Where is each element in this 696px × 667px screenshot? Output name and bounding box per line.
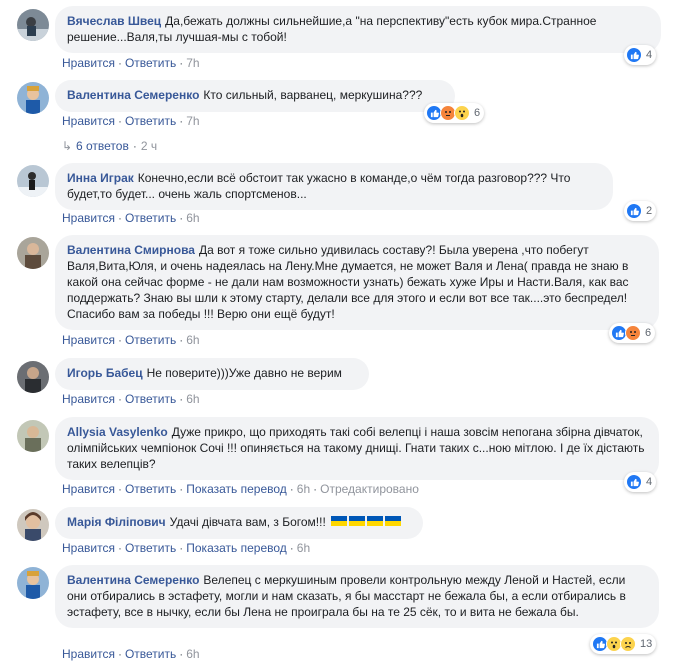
- comment-author[interactable]: Валентина Семеренко: [67, 88, 199, 102]
- comment-bubble: Allysia Vasylenko Дуже прикро, що приходя…: [55, 417, 659, 480]
- comment-author[interactable]: Валентина Семеренко: [67, 573, 199, 587]
- comment-actions: Нравится · Ответить · Показать перевод · 6h: [62, 541, 311, 555]
- reply-button[interactable]: Ответить: [125, 114, 176, 128]
- avatar[interactable]: [17, 509, 49, 541]
- comment-text: Удачі дівчата вам, з Богом!!!: [169, 515, 326, 529]
- reply-button[interactable]: Ответить: [125, 541, 176, 555]
- comment-actions: Нравится · Ответить · Показать перевод · 6h · От…: [62, 482, 419, 496]
- comment-author[interactable]: Валентина Смирнова: [67, 243, 195, 257]
- comment-actions: Нравится · Ответить · 6h: [62, 211, 200, 225]
- comment-author[interactable]: Инна Играк: [67, 171, 134, 185]
- like-icon: [626, 203, 642, 219]
- like-button[interactable]: Нравится: [62, 56, 115, 70]
- comment-bubble: Вячеслав Швец Да,бежать должны сильнейшие…: [55, 6, 661, 53]
- like-button[interactable]: Нравится: [62, 392, 115, 406]
- like-button[interactable]: Нравится: [62, 541, 115, 555]
- timestamp[interactable]: 7h: [186, 56, 199, 70]
- reaction-summary[interactable]: 4: [624, 472, 657, 492]
- comment-actions: Нравится · Ответить · 6h: [62, 647, 200, 661]
- comment-text: Кто сильный, варванец, меркушина???: [203, 88, 423, 102]
- comment-actions: Нравится · Ответить · 6h: [62, 392, 200, 406]
- reaction-summary[interactable]: 2: [624, 201, 657, 221]
- avatar[interactable]: [17, 420, 49, 452]
- comment-text: Конечно,если всё обстоит так ужасно в ко…: [67, 171, 571, 201]
- timestamp[interactable]: 7h: [186, 114, 199, 128]
- timestamp[interactable]: 6h: [186, 392, 199, 406]
- like-button[interactable]: Нравится: [62, 114, 115, 128]
- reply-button[interactable]: Ответить: [125, 211, 176, 225]
- reply-button[interactable]: Ответить: [125, 392, 176, 406]
- comment-bubble: Валентина Семеренко Кто сильный, варванец…: [55, 80, 455, 112]
- reaction-count: 4: [646, 476, 653, 488]
- reaction-count: 6: [645, 327, 652, 339]
- edited-label[interactable]: Отредактировано: [320, 482, 419, 496]
- comment-text: Не поверите)))Уже давно не верим: [146, 366, 342, 380]
- translate-link[interactable]: Показать перевод: [186, 541, 287, 555]
- comment-actions: Нравится · Ответить · 7h: [62, 114, 200, 128]
- translate-link[interactable]: Показать перевод: [186, 482, 287, 496]
- reaction-summary[interactable]: 6: [424, 103, 485, 123]
- replies-count[interactable]: 6 ответов: [76, 139, 129, 153]
- view-replies-link[interactable]: ↳ 6 ответов · 2 ч: [62, 138, 157, 154]
- comment-actions: Нравится · Ответить · 7h: [62, 56, 200, 70]
- reaction-count: 6: [474, 107, 481, 119]
- sad-icon: [620, 636, 636, 652]
- avatar[interactable]: [17, 361, 49, 393]
- comment-author[interactable]: Марія Філіпович: [67, 515, 166, 529]
- comment-bubble: Валентина Смирнова Да вот я тоже сильно у…: [55, 235, 659, 330]
- reaction-count: 2: [646, 205, 653, 217]
- reply-button[interactable]: Ответить: [125, 333, 176, 347]
- reply-button[interactable]: Ответить: [125, 482, 176, 496]
- like-button[interactable]: Нравится: [62, 333, 115, 347]
- like-button[interactable]: Нравится: [62, 211, 115, 225]
- avatar[interactable]: [17, 82, 49, 114]
- avatar[interactable]: [17, 567, 49, 599]
- avatar[interactable]: [17, 165, 49, 197]
- avatar[interactable]: [17, 237, 49, 269]
- timestamp[interactable]: 6h: [186, 647, 199, 661]
- reaction-summary[interactable]: 13: [590, 634, 657, 654]
- timestamp[interactable]: 6h: [297, 541, 310, 555]
- comment-bubble: Инна Играк Конечно,если всё обстоит так у…: [55, 163, 613, 210]
- wow-icon: [454, 105, 470, 121]
- reply-arrow-icon: ↳: [62, 139, 73, 153]
- reaction-summary[interactable]: 4: [624, 45, 657, 65]
- comment-bubble: Игорь Бабец Не поверите)))Уже давно не ве…: [55, 358, 369, 390]
- avatar[interactable]: [17, 9, 49, 41]
- like-icon: [626, 47, 642, 63]
- comment-bubble: Марія Філіпович Удачі дівчата вам, з Бого…: [55, 507, 423, 539]
- angry-icon: [625, 325, 641, 341]
- timestamp[interactable]: 6h: [186, 333, 199, 347]
- replies-timestamp: 2 ч: [140, 139, 158, 153]
- reaction-count: 4: [646, 49, 653, 61]
- reply-button[interactable]: Ответить: [125, 56, 176, 70]
- timestamp[interactable]: 6h: [186, 211, 199, 225]
- comment-bubble: Валентина Семеренко Велепец с меркушиным …: [55, 565, 659, 628]
- like-icon: [626, 474, 642, 490]
- comment-author[interactable]: Вячеслав Швец: [67, 14, 161, 28]
- comment-actions: Нравится · Ответить · 6h: [62, 333, 200, 347]
- ukraine-flag-emoji: [331, 515, 403, 531]
- timestamp[interactable]: 6h: [297, 482, 310, 496]
- comment-author[interactable]: Allysia Vasylenko: [67, 425, 168, 439]
- comment-author[interactable]: Игорь Бабец: [67, 366, 143, 380]
- reaction-summary[interactable]: 6: [609, 323, 656, 343]
- like-button[interactable]: Нравится: [62, 647, 115, 661]
- reply-button[interactable]: Ответить: [125, 647, 176, 661]
- like-button[interactable]: Нравится: [62, 482, 115, 496]
- reaction-count: 13: [640, 638, 653, 650]
